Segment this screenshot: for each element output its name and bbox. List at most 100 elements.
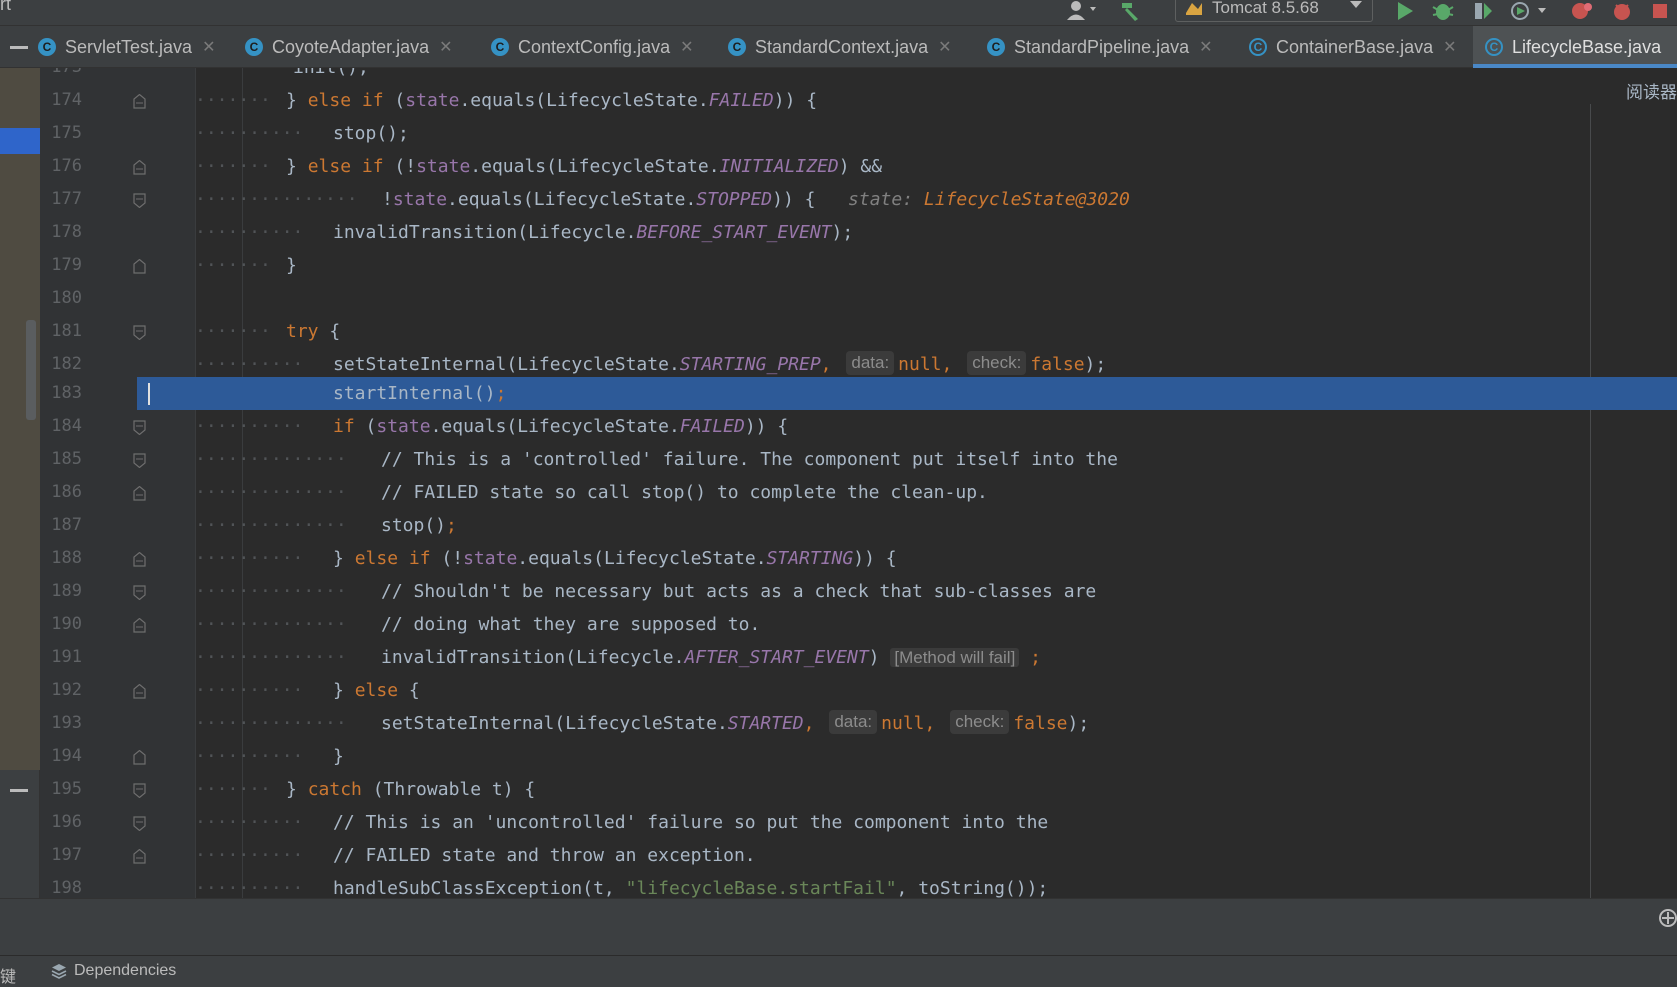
- tab-lifecyclebase[interactable]: C LifecycleBase.java: [1473, 26, 1677, 68]
- fold-icon[interactable]: [133, 783, 146, 798]
- line-number: 192: [51, 680, 82, 700]
- fold-icon[interactable]: [133, 585, 146, 600]
- status-left-label[interactable]: 键: [0, 963, 16, 987]
- code-line: 179 ······· }: [40, 249, 1677, 282]
- tab-containerbase[interactable]: C ContainerBase.java ✕: [1249, 26, 1457, 68]
- close-icon[interactable]: ✕: [938, 37, 951, 57]
- run-icon[interactable]: [1396, 0, 1414, 22]
- collapse-icon[interactable]: [10, 46, 28, 49]
- code-token: .equals(LifecycleState.: [430, 416, 680, 437]
- code-token: ;: [495, 383, 507, 404]
- line-number: 181: [51, 321, 82, 341]
- tab-coyoteadapter[interactable]: C CoyoteAdapter.java ✕: [245, 26, 453, 68]
- code-token: setStateInternal(LifecycleState.: [333, 354, 680, 375]
- abstract-class-icon: C: [1249, 38, 1267, 56]
- whitespace-dots: ··········: [195, 845, 304, 866]
- tab-label: ContainerBase.java: [1276, 36, 1434, 57]
- tab-standardpipeline[interactable]: C StandardPipeline.java ✕: [987, 26, 1213, 68]
- fold-icon[interactable]: [133, 486, 146, 501]
- fold-icon[interactable]: [133, 816, 146, 831]
- keyword-token: if: [333, 416, 355, 437]
- code-token: invalidTransition(Lifecycle.: [381, 647, 685, 668]
- tab-standardcontext[interactable]: C StandardContext.java ✕: [728, 26, 952, 68]
- parameter-hint: check:: [967, 351, 1027, 375]
- fold-icon[interactable]: [133, 325, 146, 340]
- line-number: 195: [51, 779, 82, 799]
- project-panel-selection: [0, 128, 40, 154]
- tab-servlettest[interactable]: C ServletTest.java ✕: [38, 26, 215, 68]
- fold-icon[interactable]: [133, 160, 146, 175]
- code-token: )) {: [773, 90, 818, 111]
- code-token: );: [831, 222, 854, 243]
- coverage-icon[interactable]: [1472, 0, 1494, 22]
- code-line: 186 ·············· // FAILED state so ca…: [40, 476, 1677, 509]
- attach-debugger-icon[interactable]: [1610, 0, 1634, 22]
- line-number: 179: [51, 255, 82, 275]
- tab-label: CoyoteAdapter.java: [272, 36, 430, 57]
- fold-icon[interactable]: [133, 618, 146, 633]
- line-number: 198: [51, 878, 82, 898]
- code-line: 185 ·············· // This is a 'control…: [40, 443, 1677, 476]
- code-line: 175 ·········· stop();: [40, 117, 1677, 150]
- status-bar: 键 Dependencies: [0, 955, 1677, 987]
- project-label: rt: [0, 0, 11, 14]
- comment-text: // doing what they are supposed to.: [381, 614, 761, 635]
- code-line: 184 ·········· if (state.equals(Lifecycl…: [40, 410, 1677, 443]
- debug-icon[interactable]: [1432, 0, 1454, 22]
- parameter-hint: data:: [829, 710, 878, 734]
- close-icon[interactable]: ✕: [1199, 37, 1212, 57]
- code-token: .equals(LifecycleState.: [447, 189, 697, 210]
- code-token: handleSubClassException(t,: [333, 878, 626, 898]
- user-icon[interactable]: [1066, 0, 1100, 22]
- code-token: ;: [1030, 647, 1041, 668]
- keyword-token: else: [354, 680, 399, 701]
- tab-label: StandardPipeline.java: [1014, 36, 1190, 57]
- fold-icon[interactable]: [133, 684, 146, 699]
- line-number: 178: [51, 222, 82, 242]
- code-token: ;: [446, 515, 457, 536]
- whitespace-dots: ··············: [195, 449, 347, 470]
- fold-icon[interactable]: [133, 420, 146, 435]
- close-icon[interactable]: ✕: [680, 37, 693, 57]
- code-editor[interactable]: 阅读器 173 init(); 174 ······· } else if (s…: [40, 68, 1677, 898]
- tab-contextconfig[interactable]: C ContextConfig.java ✕: [491, 26, 694, 68]
- dependencies-tab[interactable]: Dependencies: [50, 962, 176, 980]
- code-token: (!: [430, 548, 464, 569]
- comment-text: // This is a 'controlled' failure. The c…: [381, 449, 1118, 470]
- build-hammer-icon[interactable]: [1118, 0, 1144, 22]
- fold-icon[interactable]: [133, 552, 146, 567]
- run-configuration-select[interactable]: Tomcat 8.5.68: [1175, 0, 1373, 22]
- close-icon[interactable]: ✕: [202, 37, 215, 57]
- minimize-icon[interactable]: [10, 789, 28, 792]
- whitespace-dots: ··············: [195, 515, 347, 536]
- class-icon: C: [987, 38, 1005, 56]
- debug-variable-value[interactable]: LifecycleState@3020: [924, 189, 1130, 210]
- line-number: 185: [51, 449, 82, 469]
- code-line: 178 ·········· invalidTransition(Lifecyc…: [40, 216, 1677, 249]
- code-token: invalidTransition(Lifecycle.: [333, 222, 637, 243]
- tab-label: ServletTest.java: [65, 36, 193, 57]
- code-token: setStateInternal(LifecycleState.: [381, 713, 728, 734]
- fold-icon[interactable]: [133, 94, 146, 109]
- fold-icon[interactable]: [133, 453, 146, 468]
- fold-icon[interactable]: [133, 259, 146, 274]
- settings-icon[interactable]: [1658, 908, 1677, 928]
- field-token: state: [463, 548, 518, 569]
- comment-text: // FAILED state and throw an exception.: [333, 845, 756, 866]
- code-token: ,: [941, 354, 953, 375]
- close-icon[interactable]: ✕: [439, 37, 452, 57]
- stop-debug-icon[interactable]: [1570, 0, 1594, 22]
- inline-warning-hint: [Method will fail]: [890, 648, 1020, 667]
- whitespace-dots: ··············: [195, 581, 347, 602]
- keyword-token: else: [354, 548, 399, 569]
- fold-icon[interactable]: [133, 750, 146, 765]
- code-token: (: [383, 90, 406, 111]
- line-number: 174: [51, 90, 82, 110]
- fold-icon[interactable]: [133, 193, 146, 208]
- fold-icon[interactable]: [133, 849, 146, 864]
- code-text: invalidTransition(Lifecycle.BEFORE_START…: [333, 216, 853, 249]
- profiler-icon[interactable]: [1510, 0, 1550, 22]
- stop-icon[interactable]: [1650, 0, 1670, 22]
- close-icon[interactable]: ✕: [1443, 37, 1456, 57]
- project-panel-scrollbar[interactable]: [26, 320, 36, 420]
